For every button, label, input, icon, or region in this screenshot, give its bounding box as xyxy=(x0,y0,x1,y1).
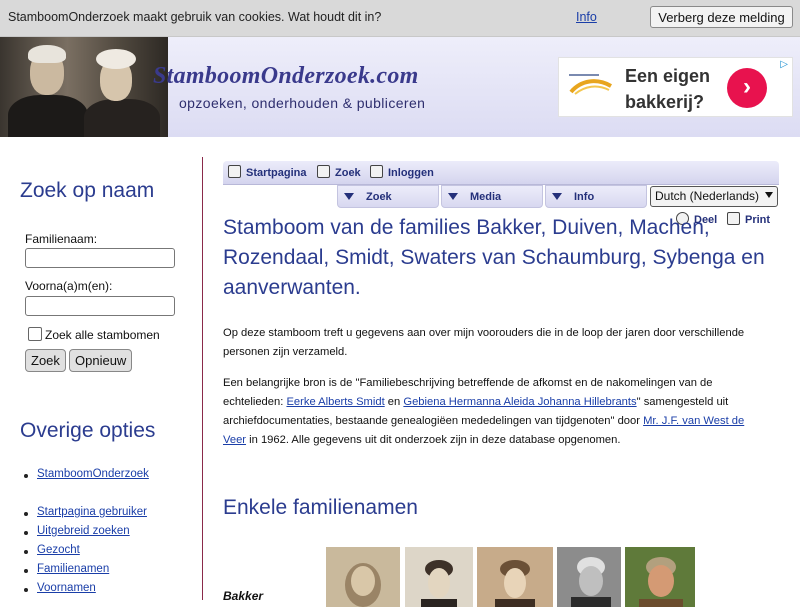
nav-search[interactable]: Zoek xyxy=(317,165,361,179)
family-name[interactable]: Bakker xyxy=(223,589,263,603)
site-title[interactable]: StamboomOnderzoek.com xyxy=(153,63,419,90)
options-list-1: StamboomOnderzoek xyxy=(24,468,149,487)
list-item[interactable]: StamboomOnderzoek xyxy=(24,468,149,487)
top-nav: Startpagina Zoek Inloggen xyxy=(223,161,779,185)
sidebar: Zoek op naam Familienaam: Voorna(a)m(en)… xyxy=(0,157,203,600)
list-item[interactable]: Familienamen xyxy=(24,563,147,582)
hide-cookie-button[interactable]: Verberg deze melding xyxy=(650,6,793,28)
home-icon xyxy=(228,165,241,178)
chevron-down-icon xyxy=(765,192,773,198)
nav-home[interactable]: Startpagina xyxy=(228,165,307,179)
person-link[interactable]: Gebiena Hermanna Aleida Johanna Hillebra… xyxy=(403,396,636,408)
chevron-down-icon xyxy=(448,193,458,200)
portrait-thumbnail[interactable] xyxy=(405,547,473,607)
adchoices-icon[interactable]: ▷ xyxy=(780,59,788,70)
portrait-thumbnail[interactable] xyxy=(326,547,400,607)
firstname-input[interactable] xyxy=(25,296,175,316)
lock-icon xyxy=(370,165,383,178)
surname-label: Familienaam: xyxy=(25,232,98,246)
cookie-bar: StamboomOnderzoek maakt gebruik van cook… xyxy=(0,0,800,37)
advertisement[interactable]: Een eigen bakkerij? › ▷ xyxy=(558,57,793,117)
ad-arrow-icon[interactable]: › xyxy=(727,68,767,108)
list-item[interactable]: Uitgebreid zoeken xyxy=(24,525,147,544)
tab-search[interactable]: Zoek xyxy=(337,185,439,208)
tab-media[interactable]: Media xyxy=(441,185,543,208)
portrait-thumbnail[interactable] xyxy=(625,547,695,607)
firstname-label: Voorna(a)m(en): xyxy=(25,279,113,293)
list-item[interactable]: Startpagina gebruiker xyxy=(24,506,147,525)
all-trees-label: Zoek alle stambomen xyxy=(45,328,160,342)
language-select[interactable]: Dutch (Nederlands) xyxy=(650,186,778,207)
page-title: Stamboom van de families Bakker, Duiven,… xyxy=(223,216,765,299)
search-heading: Zoek op naam xyxy=(20,179,155,202)
nav-login[interactable]: Inloggen xyxy=(370,165,434,179)
person-link[interactable]: Eerke Alberts Smidt xyxy=(286,396,384,408)
chevron-down-icon xyxy=(344,193,354,200)
all-trees-row[interactable]: Zoek alle stambomen xyxy=(28,327,160,342)
cookie-info-link[interactable]: Info xyxy=(576,10,597,24)
portrait-thumbnail[interactable] xyxy=(557,547,621,607)
ad-text: Een eigen bakkerij? xyxy=(625,66,711,112)
list-item[interactable]: Voornamen xyxy=(24,582,147,601)
reset-button[interactable]: Opnieuw xyxy=(69,349,133,372)
site-tagline: opzoeken, onderhouden & publiceren xyxy=(179,95,426,111)
intro-text: Op deze stamboom treft u gegevens aan ov… xyxy=(223,327,745,358)
source-text: Een belangrijke bron is de "Familiebesch… xyxy=(223,377,745,446)
all-trees-checkbox[interactable] xyxy=(28,327,42,341)
list-item[interactable]: Gezocht xyxy=(24,544,147,563)
bakery-logo-icon xyxy=(569,74,612,95)
site-header: StamboomOnderzoek.com opzoeken, onderhou… xyxy=(0,37,800,137)
options-heading: Overige opties xyxy=(20,419,156,442)
search-button[interactable]: Zoek xyxy=(25,349,66,372)
families-heading: Enkele familienamen xyxy=(223,496,418,519)
cookie-message: StamboomOnderzoek maakt gebruik van cook… xyxy=(8,10,382,24)
tab-info[interactable]: Info xyxy=(545,185,647,208)
search-icon xyxy=(317,165,330,178)
chevron-down-icon xyxy=(552,193,562,200)
portrait-thumbnail[interactable] xyxy=(477,547,553,607)
options-list-2: Startpagina gebruiker Uitgebreid zoeken … xyxy=(24,506,147,601)
header-photo xyxy=(0,37,168,137)
surname-input[interactable] xyxy=(25,248,175,268)
